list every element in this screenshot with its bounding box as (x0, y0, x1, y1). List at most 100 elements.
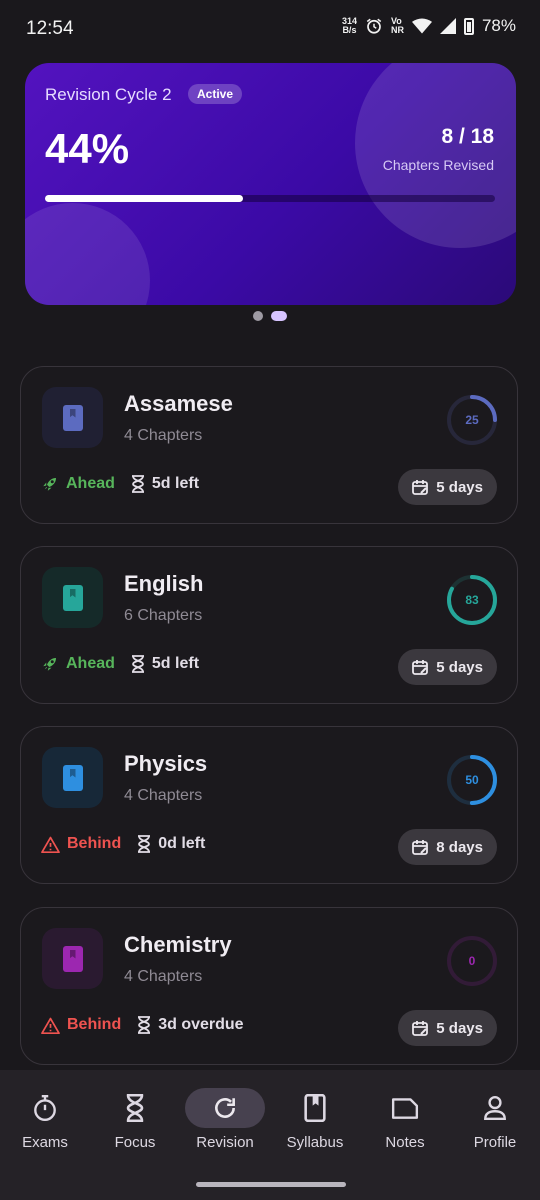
pace-status: Ahead (41, 475, 115, 493)
nav-item-label: Syllabus (286, 1134, 344, 1151)
subject-icon-box (42, 567, 103, 628)
cycle-title: Revision Cycle 2 (45, 85, 172, 104)
cycle-progress-bar (45, 195, 495, 202)
book-icon (62, 584, 83, 611)
rocket-icon (41, 655, 59, 673)
book-icon (275, 1088, 355, 1128)
subject-name: Chemistry (124, 932, 232, 957)
time-left: 5d left (131, 655, 199, 673)
subject-status-row: Ahead 5d left (41, 475, 199, 493)
nav-item-label: Revision (196, 1134, 254, 1151)
days-button[interactable]: 5 days (398, 649, 497, 685)
subject-name: Physics (124, 751, 208, 776)
time-left: 5d left (131, 475, 199, 493)
subject-progress-ring: 0 (445, 934, 499, 988)
subject-progress-value: 50 (465, 773, 479, 787)
status-time: 12:54 (26, 18, 74, 39)
subject-chapters: 6 Chapters (124, 607, 203, 624)
warning-icon (41, 836, 60, 853)
subject-name: English (124, 571, 204, 596)
cycle-progress-fill (45, 195, 243, 202)
cycle-percent: 44% (45, 125, 130, 172)
chapters-count: 8 / 18 (441, 125, 494, 148)
subject-status-row: Ahead 5d left (41, 655, 199, 673)
subject-status-row: Behind 3d overdue (41, 1016, 244, 1034)
bottom-navigation: Exams Focus Revision Syllabus Notes Profile (0, 1070, 540, 1200)
subject-progress-value: 83 (465, 593, 479, 607)
nav-item-focus[interactable]: Focus (90, 1088, 180, 1151)
days-button[interactable]: 5 days (398, 1010, 497, 1046)
rocket-icon (41, 475, 59, 493)
nav-item-label: Profile (473, 1134, 517, 1151)
status-badge: Active (188, 84, 243, 104)
subject-card-chemistry[interactable]: Chemistry 4 Chapters 0 Behind 3d overdue… (20, 907, 518, 1065)
nav-item-label: Notes (385, 1134, 425, 1151)
volte-bottom: NR (390, 25, 404, 35)
carousel-dot[interactable] (253, 311, 263, 321)
carousel-dot-active[interactable] (271, 311, 287, 321)
nav-item-notes[interactable]: Notes (360, 1088, 450, 1151)
status-bar: 12:54 314 B/s Vo NR 78% (0, 0, 540, 60)
net-speed-unit: B/s (342, 25, 357, 35)
hourglass-icon (131, 475, 144, 493)
carousel-indicator (0, 311, 540, 321)
pace-status: Behind (41, 1016, 121, 1034)
subject-progress-value: 25 (465, 413, 479, 427)
subject-card-assamese[interactable]: Assamese 4 Chapters 25 Ahead 5d left 5 d… (20, 366, 518, 524)
book-icon (62, 945, 83, 972)
calendar-edit-icon (412, 840, 429, 855)
subject-progress-ring: 25 (445, 393, 499, 447)
subject-icon-box (42, 387, 103, 448)
hourglass-icon (138, 835, 151, 853)
volte-indicator: Vo NR (391, 17, 404, 35)
pace-status: Ahead (41, 655, 115, 673)
note-icon (365, 1088, 445, 1128)
hourglass-icon (95, 1088, 175, 1128)
days-button[interactable]: 8 days (398, 829, 497, 865)
decor-circle (25, 203, 150, 305)
subject-chapters: 4 Chapters (124, 427, 203, 444)
calendar-edit-icon (412, 660, 429, 675)
subject-status-row: Behind 0d left (41, 835, 205, 853)
book-icon (62, 404, 83, 431)
alarm-icon (366, 18, 382, 34)
chapters-count-label: Chapters Revised (382, 157, 494, 173)
hourglass-icon (138, 1016, 151, 1034)
nav-item-label: Exams (22, 1134, 68, 1151)
person-icon (455, 1088, 535, 1128)
nav-item-revision[interactable]: Revision (180, 1088, 270, 1151)
wifi-icon (411, 18, 432, 34)
decor-circle (355, 63, 516, 248)
time-left: 3d overdue (137, 1016, 244, 1034)
subject-chapters: 4 Chapters (124, 787, 203, 804)
subject-card-english[interactable]: English 6 Chapters 83 Ahead 5d left 5 da… (20, 546, 518, 704)
pace-status: Behind (41, 835, 121, 853)
subject-progress-value: 0 (468, 954, 476, 968)
nav-item-exams[interactable]: Exams (0, 1088, 90, 1151)
subject-card-physics[interactable]: Physics 4 Chapters 50 Behind 0d left 8 d… (20, 726, 518, 884)
subject-progress-ring: 50 (445, 753, 499, 807)
nav-item-syllabus[interactable]: Syllabus (270, 1088, 360, 1151)
subject-name: Assamese (124, 391, 233, 416)
nav-item-label: Focus (114, 1134, 156, 1151)
battery-icon (463, 17, 474, 35)
subject-progress-ring: 83 (445, 573, 499, 627)
calendar-edit-icon (412, 480, 429, 495)
warning-icon (41, 1017, 60, 1034)
revision-cycle-card[interactable]: Revision Cycle 2 Active 44% 8 / 18 Chapt… (25, 63, 516, 305)
subject-icon-box (42, 747, 103, 808)
status-icons: 314 B/s Vo NR 78% (342, 16, 516, 36)
book-icon (62, 764, 83, 791)
calendar-edit-icon (412, 1021, 429, 1036)
signal-icon (439, 18, 456, 34)
nav-item-profile[interactable]: Profile (450, 1088, 540, 1151)
battery-level: 78% (481, 16, 516, 35)
gesture-bar (196, 1182, 346, 1187)
hourglass-icon (131, 655, 144, 673)
refresh-icon (185, 1088, 265, 1128)
time-left: 0d left (137, 835, 205, 853)
subject-chapters: 4 Chapters (124, 968, 203, 985)
subject-icon-box (42, 928, 103, 989)
days-button[interactable]: 5 days (398, 469, 497, 505)
stopwatch-icon (5, 1088, 85, 1128)
